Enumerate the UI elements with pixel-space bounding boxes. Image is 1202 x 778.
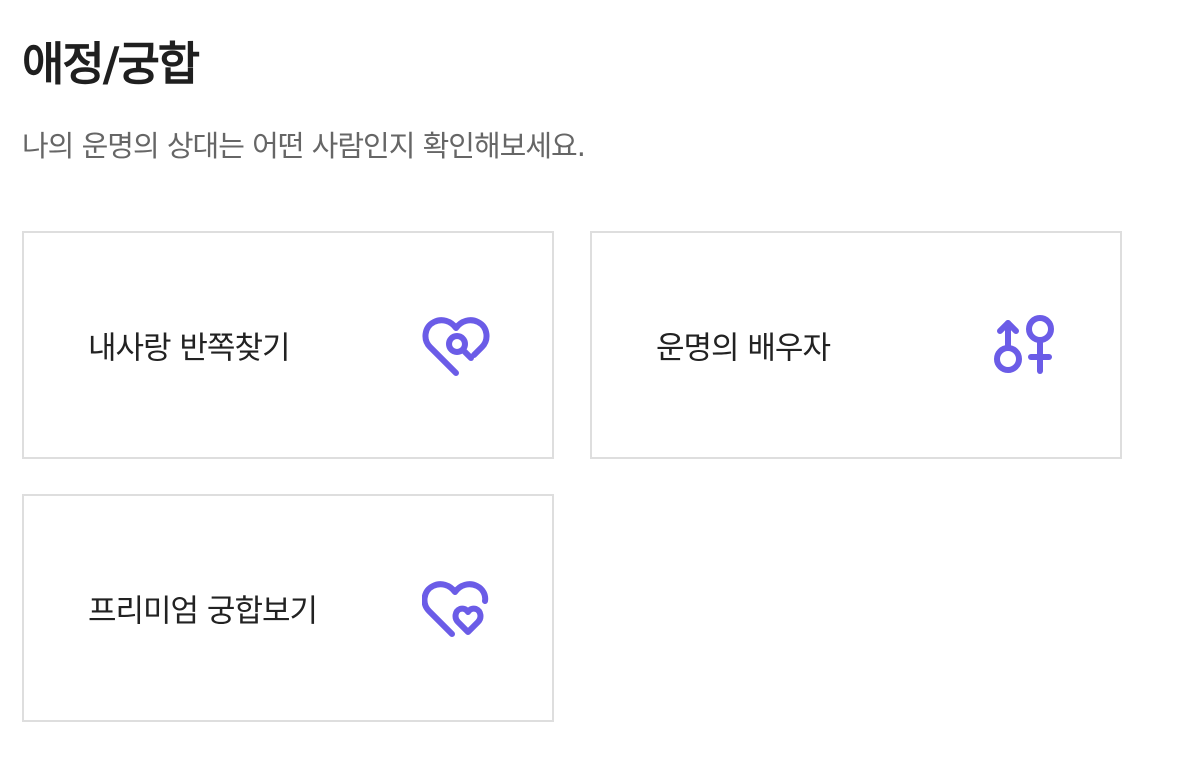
gender-symbols-icon [990,313,1058,377]
card-premium-compatibility[interactable]: 프리미엄 궁합보기 [22,494,554,722]
page-title: 애정/궁합 [22,37,200,91]
card-label: 프리미엄 궁합보기 [88,593,318,630]
card-label: 내사랑 반쪽찾기 [88,330,290,367]
card-label: 운명의 배우자 [656,330,831,367]
page-subtitle: 나의 운명의 상대는 어떤 사람인지 확인해보세요. [22,129,586,163]
card-find-my-love[interactable]: 내사랑 반쪽찾기 [22,231,554,459]
card-destined-spouse[interactable]: 운명의 배우자 [590,231,1122,459]
heart-search-icon [422,313,490,377]
double-heart-icon [422,576,490,640]
